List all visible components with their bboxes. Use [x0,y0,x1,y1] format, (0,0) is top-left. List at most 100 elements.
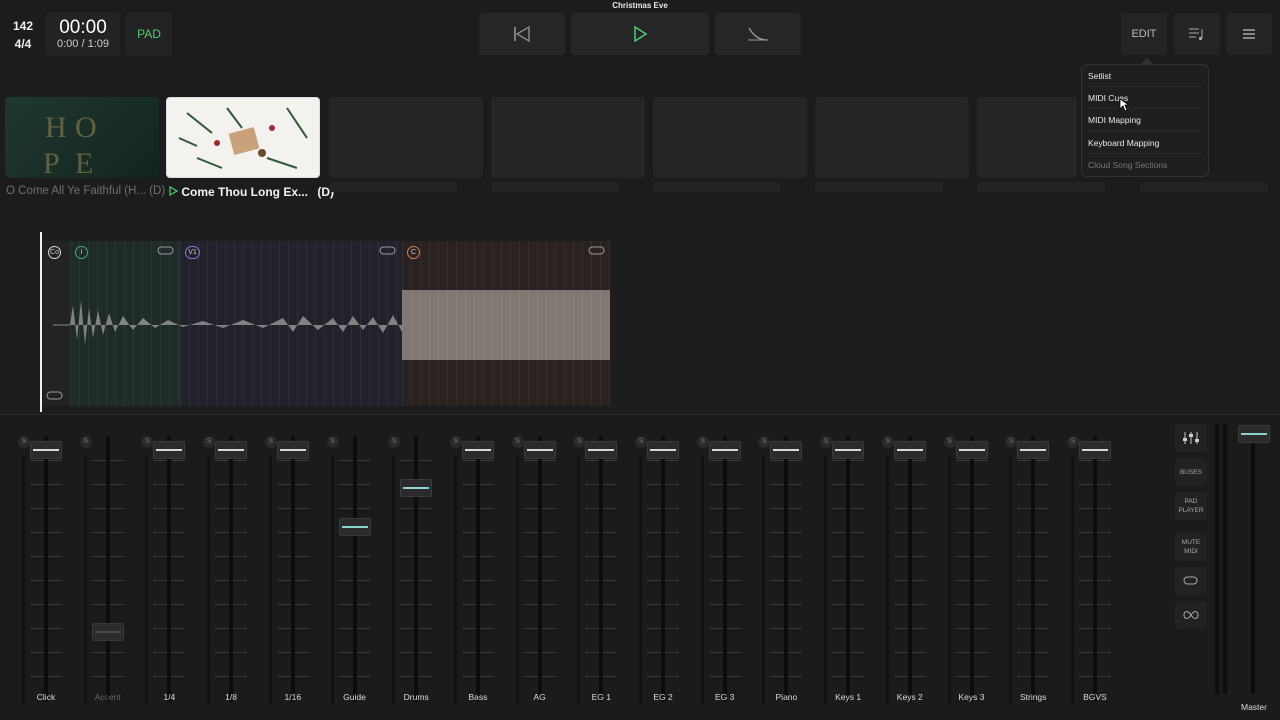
solo-button[interactable]: S [18,436,30,448]
setlist-button[interactable] [1174,13,1220,55]
solo-button[interactable]: S [264,436,277,448]
marker-label: Co [50,249,59,256]
solo-button[interactable]: S [635,436,647,448]
channel-name: 1/16 [284,692,302,702]
section-marker[interactable]: C [407,246,420,259]
channel-fader[interactable] [276,440,309,459]
channel-strip: S EG 1 [571,426,631,716]
menu-item-keyboard-mapping[interactable]: Keyboard Mapping [1088,132,1202,154]
previous-button[interactable] [479,13,565,55]
channel-fader[interactable] [955,440,988,459]
channel-fader[interactable] [523,440,556,459]
loop-toggle-button[interactable] [1175,567,1207,595]
time-display[interactable]: 00:00 0:00 / 1:09 [46,12,120,56]
marker-label: C [410,249,417,256]
channel-fader[interactable] [400,479,433,498]
song-label-previous[interactable]: O Come All Ye Faithful (H... (D) [6,185,165,197]
section-marker[interactable]: I [75,246,88,259]
channel-fader[interactable] [215,440,248,459]
channel-strip: S Click [16,426,76,716]
solo-button[interactable]: S [573,436,586,448]
current-time: 00:00 [59,17,107,38]
buses-button[interactable]: BUSES [1175,458,1207,486]
empty-song-slot[interactable] [329,97,483,178]
channel-fader[interactable] [30,440,62,459]
channel-fader[interactable] [1017,440,1050,459]
channel-fader[interactable] [153,440,186,459]
empty-song-slot[interactable] [815,97,969,178]
solo-button[interactable]: S [79,436,92,448]
infinite-loop-button[interactable] [1175,601,1207,629]
empty-song-slot[interactable] [653,97,807,178]
solo-button[interactable]: S [203,436,216,448]
solo-button[interactable]: S [881,436,894,448]
fader-track [537,436,542,702]
menu-item-setlist[interactable]: Setlist [1088,65,1202,87]
channel-strip: S Drums [386,426,446,716]
loop-icon[interactable] [588,246,606,256]
empty-slot-label [329,182,457,192]
solo-button[interactable]: S [1005,436,1018,448]
mixer-settings-button[interactable] [1175,424,1207,452]
tempo-display[interactable]: 142 4/4 [10,17,36,53]
channel-fader[interactable] [708,440,741,459]
waveform [53,290,610,360]
main-menu-button[interactable] [1226,13,1272,55]
fader-track [1031,436,1036,702]
channel-fader[interactable] [770,440,803,459]
fade-button[interactable] [715,13,801,55]
menu-item-midi-mapping[interactable]: MIDI Mapping [1088,109,1202,131]
fader-track [846,436,851,702]
channel-strip: S Keys 1 [818,426,878,716]
level-meter [824,456,828,704]
solo-button[interactable]: S [1066,436,1079,448]
solo-button[interactable]: S [943,436,956,448]
song-tile-artwork[interactable]: HOPE [5,97,159,180]
fader-track [969,436,974,702]
solo-button[interactable]: S [141,436,154,448]
menu-item-cloud-song-sections[interactable]: Cloud Song Sections [1088,154,1202,176]
channel-fader[interactable] [1078,440,1111,459]
channel-fader[interactable] [461,440,494,459]
empty-song-slot[interactable] [491,97,645,178]
channel-fader[interactable] [91,623,124,642]
empty-song-slot[interactable] [977,97,1077,178]
channel-fader[interactable] [585,440,618,459]
channel-fader[interactable] [647,440,679,459]
empty-slot-label [491,182,619,192]
mute-midi-button[interactable]: MUTE MIDI [1175,533,1207,561]
solo-button[interactable]: S [388,436,401,448]
solo-button[interactable]: S [696,436,709,448]
setlist-title: Christmas Eve [612,1,668,10]
loop-icon[interactable] [46,391,64,401]
master-fader[interactable] [1238,425,1270,443]
channel-fader[interactable] [893,440,926,459]
playhead[interactable] [40,232,42,412]
solo-button[interactable]: S [820,436,833,448]
svg-text:P: P [43,147,60,178]
section-marker[interactable]: V1 [185,246,200,259]
section-marker[interactable]: Co [48,246,61,259]
solo-button[interactable]: S [326,436,339,448]
channel-fader[interactable] [338,517,371,536]
pad-button[interactable]: PAD [126,12,172,56]
menu-item-midi-cues[interactable]: MIDI Cues [1088,87,1202,109]
pad-player-button[interactable]: PAD PLAYER [1175,492,1207,520]
loop-icon[interactable] [157,246,175,256]
channel-strip: S 1/4 [139,426,199,716]
edit-button[interactable]: EDIT [1121,13,1167,55]
svg-text:E: E [75,147,93,178]
loop-icon[interactable] [379,246,397,256]
channel-strip: S Guide [325,426,385,716]
channel-fader[interactable] [832,440,865,459]
song-artwork-image [178,107,308,169]
solo-button[interactable]: S [758,436,771,448]
song-tile-artwork[interactable] [166,97,320,178]
channel-name: 1/8 [225,692,237,702]
play-button[interactable] [571,13,709,55]
song-key: (D) [149,185,166,197]
solo-button[interactable]: S [449,436,462,448]
song-label-playing[interactable]: Come Thou Long Ex... (D) [168,185,334,199]
level-meter [947,456,951,704]
solo-button[interactable]: S [511,436,524,448]
